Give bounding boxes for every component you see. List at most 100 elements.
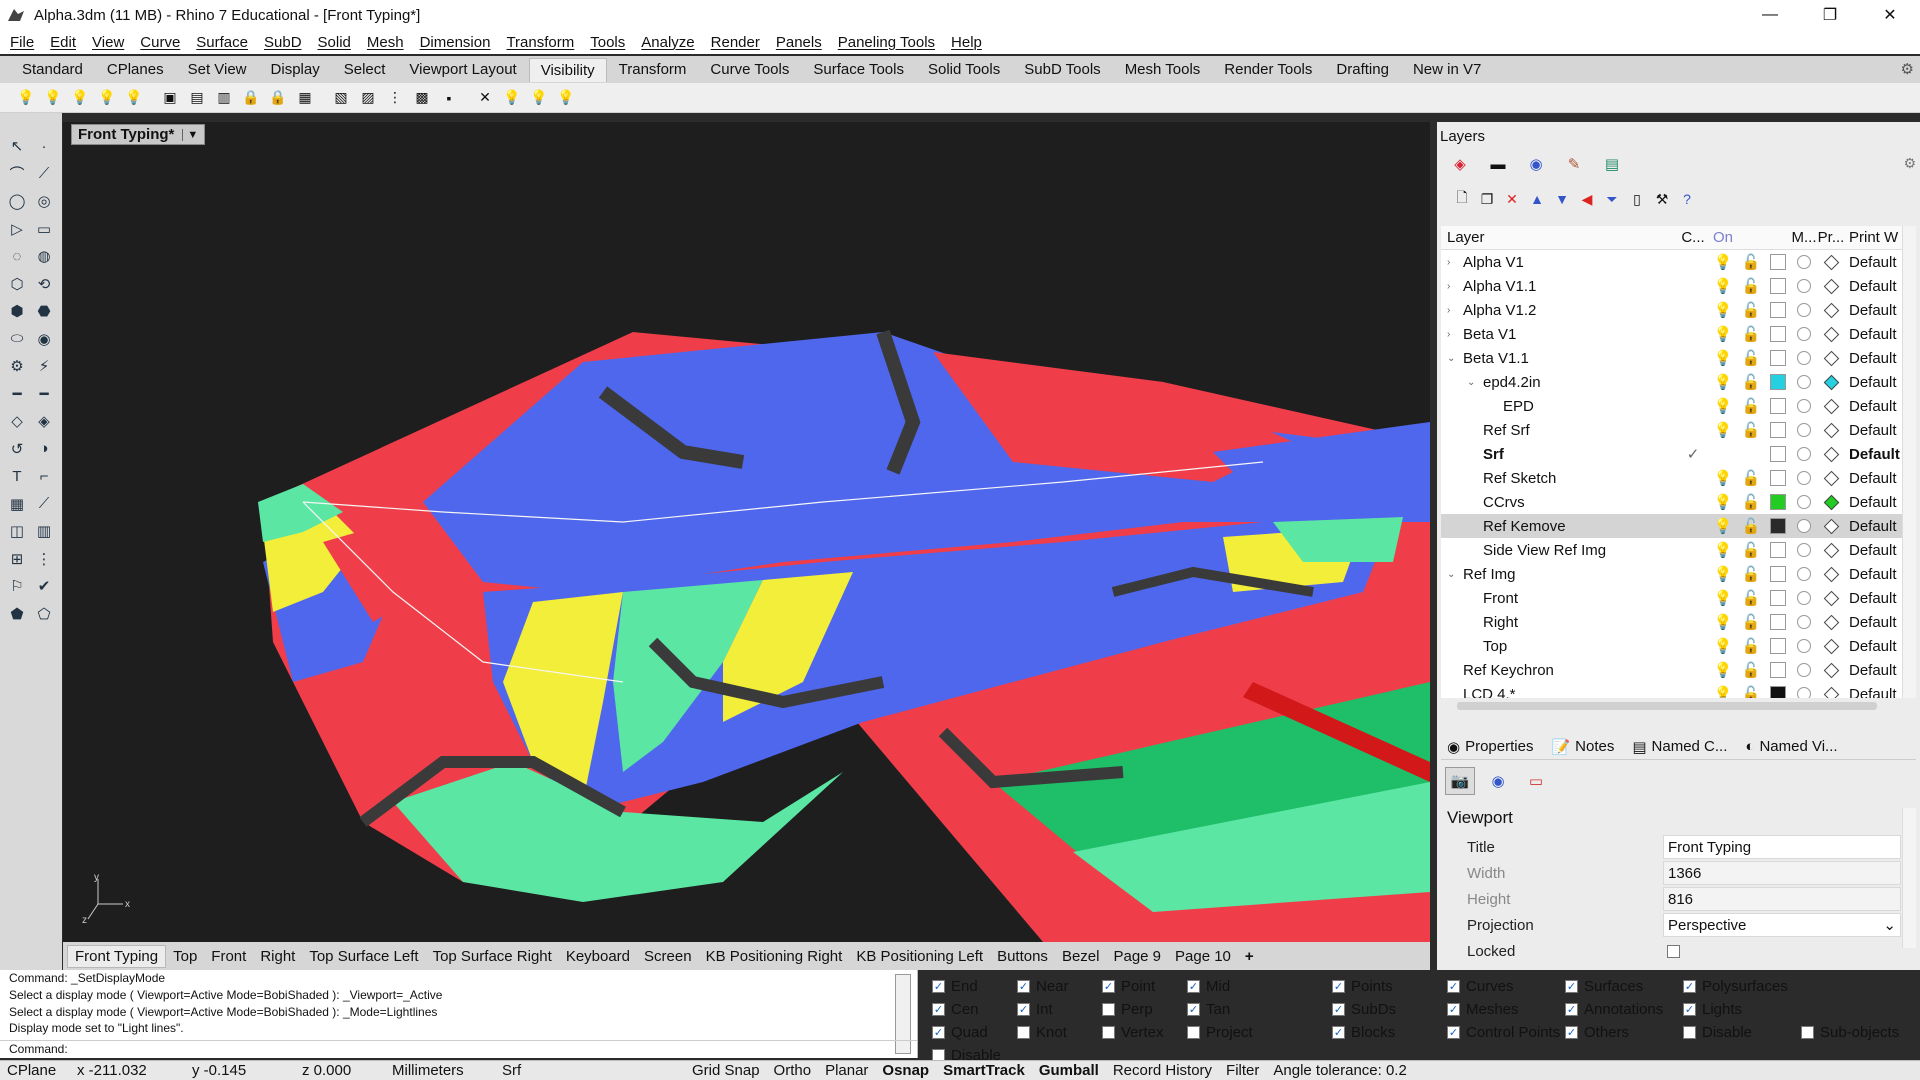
left-tool-icon-36[interactable]: ⬠ [31, 601, 57, 628]
material-dot-icon[interactable] [1797, 615, 1811, 629]
tab-new-in-v7[interactable]: New in V7 [1401, 57, 1493, 82]
new-sublayer-icon[interactable]: ❐ [1476, 188, 1498, 210]
left-tool-icon-20[interactable]: ━ [31, 381, 57, 408]
print-width-cell[interactable]: Default [1845, 470, 1905, 487]
left-tool-icon-14[interactable]: ⬣ [31, 298, 57, 325]
lock-icon[interactable]: 🔓 [1737, 661, 1765, 679]
lock-icon[interactable]: 🔓 [1737, 685, 1765, 698]
print-width-cell[interactable]: Default [1845, 278, 1905, 295]
lightbulb-icon[interactable]: 💡 [1709, 685, 1737, 698]
layer-color-cell[interactable] [1765, 590, 1791, 606]
color-swatch[interactable] [1770, 422, 1786, 438]
color-swatch[interactable] [1770, 686, 1786, 698]
chevron-right-icon[interactable]: › [1447, 257, 1463, 268]
print-color-cell[interactable] [1817, 326, 1845, 342]
menu-solid[interactable]: Solid [310, 34, 359, 51]
print-width-cell[interactable]: Default [1845, 422, 1905, 439]
print-color-diamond-icon[interactable] [1823, 422, 1839, 438]
menu-analyze[interactable]: Analyze [633, 34, 702, 51]
points-off-icon[interactable]: ▩ [410, 86, 434, 110]
lock-icon[interactable]: 🔓 [1737, 277, 1765, 295]
filter-checkbox[interactable]: ✓ [1683, 1003, 1696, 1016]
print-color-cell[interactable] [1817, 470, 1845, 486]
print-width-cell[interactable]: Default [1845, 446, 1905, 463]
filter-checkbox[interactable]: ✓ [1332, 980, 1345, 993]
filter-checkbox[interactable] [1683, 1026, 1696, 1039]
osnap-checkbox[interactable] [1187, 1026, 1200, 1039]
viewport-tab-screen[interactable]: Screen [637, 946, 699, 967]
layer-col-header[interactable]: Print W [1845, 229, 1905, 246]
menu-file[interactable]: File [2, 34, 42, 51]
layer-col-header[interactable]: Pr... [1817, 229, 1845, 246]
filter-checkbox[interactable]: ✓ [1447, 1003, 1460, 1016]
left-tool-icon-27[interactable]: ▦ [4, 491, 30, 518]
hide-points-icon[interactable]: ▪ [437, 86, 461, 110]
material-dot-icon[interactable] [1797, 519, 1811, 533]
viewport-front-typing[interactable]: Front Typing* ▼ y x z [63, 122, 1430, 942]
filter-checkbox[interactable]: ✓ [1332, 1026, 1345, 1039]
prop-value-projection[interactable]: Perspective ⌄ [1663, 913, 1901, 937]
layer-row[interactable]: CCrvs 💡 🔓 Default [1441, 490, 1916, 514]
filter-icon[interactable]: ⏷ [1601, 188, 1623, 210]
osnap-checkbox[interactable] [1017, 1026, 1030, 1039]
lightbulb-icon[interactable]: 💡 [1709, 301, 1737, 319]
osnap-checkbox[interactable] [1102, 1003, 1115, 1016]
status-gumball[interactable]: Gumball [1032, 1062, 1106, 1079]
layer-color-cell[interactable] [1765, 566, 1791, 582]
left-tool-icon-33[interactable]: ⚐ [4, 573, 30, 600]
print-color-cell[interactable] [1817, 350, 1845, 366]
print-width-cell[interactable]: Default [1845, 614, 1905, 631]
left-tool-icon-15[interactable]: ⬭ [4, 326, 30, 353]
lock-swap-icon[interactable]: ▦ [293, 86, 317, 110]
osnap-perp[interactable]: Perp [1102, 998, 1187, 1021]
left-tool-icon-22[interactable]: ◈ [31, 408, 57, 435]
layer-color-cell[interactable] [1765, 446, 1791, 462]
osnap-checkbox[interactable]: ✓ [1017, 980, 1030, 993]
unlock-icon[interactable]: 🔒 [266, 86, 290, 110]
viewport-tab-front-typing[interactable]: Front Typing [67, 944, 167, 968]
left-tool-icon-1[interactable]: ↖ [4, 133, 30, 160]
lightbulb-icon[interactable]: 💡 [1709, 589, 1737, 607]
lightbulb-icon[interactable]: 💡 [1709, 349, 1737, 367]
left-tool-icon-2[interactable]: · [31, 133, 57, 160]
layer-name-cell[interactable]: › Alpha V1.1 [1441, 278, 1677, 295]
close-button[interactable]: ✕ [1860, 0, 1920, 30]
left-tool-icon-6[interactable]: ◎ [31, 188, 57, 215]
print-width-cell[interactable]: Default [1845, 662, 1905, 679]
camera-icon[interactable]: 📷 [1445, 767, 1475, 795]
layer-row[interactable]: ⌄ epd4.2in 💡 🔓 Default [1441, 370, 1916, 394]
status-record-history[interactable]: Record History [1106, 1062, 1219, 1079]
print-color-diamond-icon[interactable] [1823, 518, 1839, 534]
chevron-right-icon[interactable]: › [1447, 329, 1463, 340]
isolate-icon[interactable]: ▧ [329, 86, 353, 110]
print-width-cell[interactable]: Default [1845, 566, 1905, 583]
print-color-diamond-icon[interactable] [1823, 686, 1839, 698]
material-cell[interactable] [1791, 567, 1817, 581]
select-visible-icon[interactable]: ▣ [158, 86, 182, 110]
color-swatch[interactable] [1770, 278, 1786, 294]
show-selected-icon[interactable]: 💡 [41, 86, 65, 110]
left-tool-icon-3[interactable]: ⌒ [4, 161, 30, 188]
color-swatch[interactable] [1770, 470, 1786, 486]
tab-curve-tools[interactable]: Curve Tools [698, 57, 801, 82]
menu-surface[interactable]: Surface [188, 34, 256, 51]
filter-subds[interactable]: ✓ SubDs [1332, 998, 1447, 1021]
lock-icon[interactable]: 🔓 [1737, 493, 1765, 511]
color-swatch[interactable] [1770, 446, 1786, 462]
print-width-cell[interactable]: Default [1845, 590, 1905, 607]
layer-name-cell[interactable]: Ref Srf [1441, 422, 1677, 439]
layer-color-cell[interactable] [1765, 278, 1791, 294]
current-layer-status[interactable]: Srf [495, 1062, 685, 1079]
lock-icon[interactable]: 🔓 [1737, 421, 1765, 439]
osnap-int[interactable]: ✓ Int [1017, 998, 1102, 1021]
menu-render[interactable]: Render [703, 34, 768, 51]
status-ortho[interactable]: Ortho [767, 1062, 819, 1079]
material-cell[interactable] [1791, 279, 1817, 293]
menu-view[interactable]: View [84, 34, 132, 51]
color-swatch[interactable] [1770, 254, 1786, 270]
help-icon[interactable]: ? [1676, 188, 1698, 210]
chevron-down-icon[interactable]: ⌄ [1447, 353, 1463, 364]
material-cell[interactable] [1791, 327, 1817, 341]
display-tab-icon[interactable]: ▬ [1483, 152, 1513, 176]
osnap-checkbox[interactable]: ✓ [932, 1026, 945, 1039]
